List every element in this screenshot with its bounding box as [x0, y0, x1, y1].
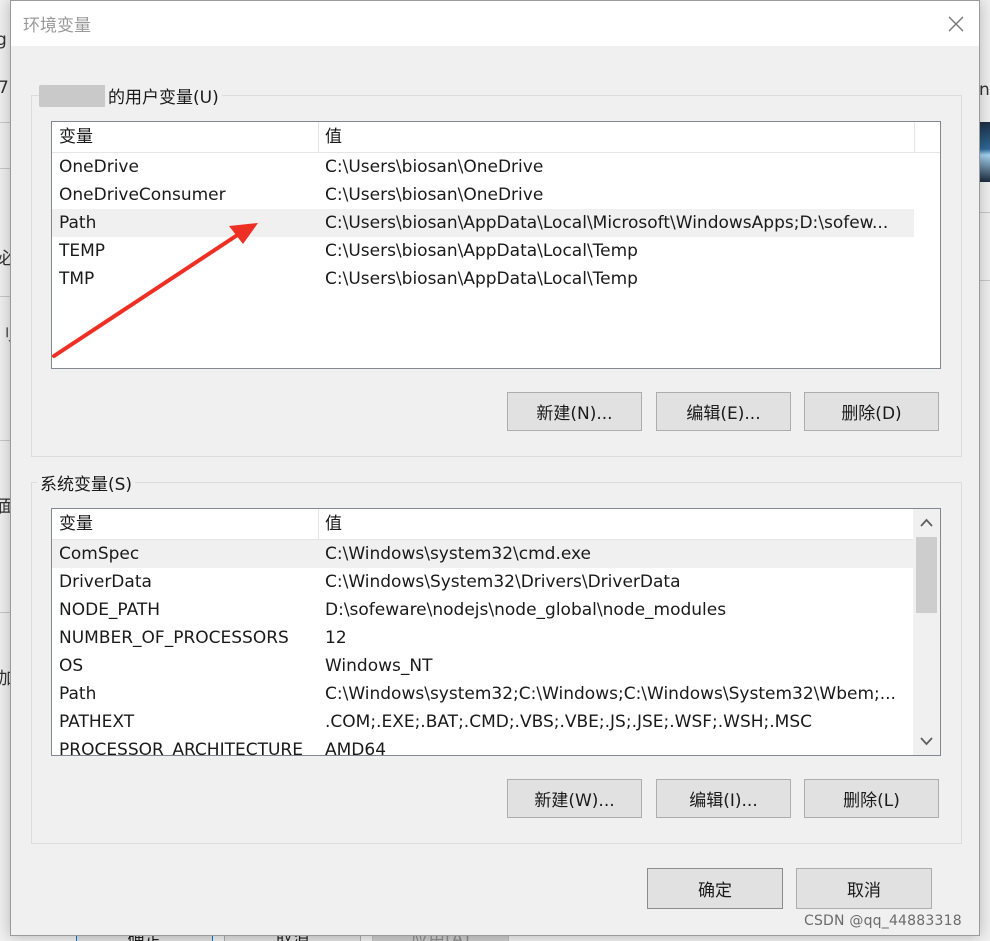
- close-icon[interactable]: [944, 12, 968, 36]
- table-row[interactable]: Path C:\Users\biosan\AppData\Local\Micros…: [52, 209, 914, 237]
- variable-name-cell: NUMBER_OF_PROCESSORS: [59, 628, 289, 648]
- bg-text-fragment: nt: [979, 80, 990, 100]
- environment-variables-dialog: 环境变量 的用户变量(U) 变量 值 OneDrive C:\Users\bios…: [10, 0, 980, 936]
- scroll-thumb[interactable]: [916, 537, 937, 613]
- variable-name-cell: TEMP: [59, 241, 106, 261]
- list-header: 变量 值: [52, 509, 913, 540]
- variable-name-cell: OneDrive: [59, 157, 139, 177]
- variable-value-cell: C:\Windows\System32\Drivers\DriverData: [325, 572, 681, 592]
- variable-value-cell: .COM;.EXE;.BAT;.CMD;.VBS;.VBE;.JS;.JSE;.…: [325, 712, 813, 732]
- table-row[interactable]: NODE_PATH D:\sofeware\nodejs\node_global\…: [52, 596, 913, 624]
- dialog-title: 环境变量: [23, 16, 91, 36]
- variable-value-cell: C:\Users\biosan\AppData\Local\Temp: [325, 241, 638, 261]
- variable-name-cell: DriverData: [59, 572, 152, 592]
- table-row[interactable]: TEMP C:\Users\biosan\AppData\Local\Temp: [52, 237, 914, 265]
- vertical-scrollbar[interactable]: [913, 509, 940, 755]
- variable-name-cell: Path: [59, 684, 97, 704]
- variable-name-cell: PATHEXT: [59, 712, 135, 732]
- variable-value-cell: C:\Windows\system32\cmd.exe: [325, 544, 592, 564]
- cancel-button[interactable]: 取消: [796, 868, 932, 909]
- redacted-username: [39, 85, 109, 107]
- variable-value-cell: D:\sofeware\nodejs\node_global\node_modu…: [325, 600, 727, 620]
- variable-name-cell: ComSpec: [59, 544, 140, 564]
- system-variables-label: 系统变量(S): [37, 470, 136, 495]
- system-variables-list[interactable]: 变量 值 ComSpec C:\Windows\system32\cmd.exe D…: [51, 508, 941, 756]
- user-variables-label: 的用户变量(U): [105, 83, 222, 108]
- system-new-button[interactable]: 新建(W)...: [507, 779, 642, 818]
- table-row[interactable]: OneDrive C:\Users\biosan\OneDrive: [52, 153, 914, 181]
- scroll-up-icon[interactable]: [913, 509, 940, 537]
- column-header-value[interactable]: 值: [318, 122, 914, 152]
- variable-value-cell: Windows_NT: [325, 656, 433, 676]
- ok-button[interactable]: 确定: [647, 868, 783, 909]
- table-row[interactable]: PATHEXT .COM;.EXE;.BAT;.CMD;.VBS;.VBE;.JS…: [52, 708, 913, 736]
- system-delete-button[interactable]: 删除(L): [804, 779, 939, 818]
- variable-value-cell: C:\Windows\system32;C:\Windows;C:\Window…: [325, 684, 896, 704]
- list-header: 变量 值: [52, 122, 940, 153]
- variable-name-cell: TMP: [59, 269, 95, 289]
- watermark-text: CSDN @qq_44883318: [804, 913, 962, 929]
- variable-value-cell: C:\Users\biosan\OneDrive: [325, 157, 544, 177]
- variable-name-cell: NODE_PATH: [59, 600, 161, 620]
- column-header-value[interactable]: 值: [318, 509, 913, 539]
- variable-value-cell: C:\Users\biosan\AppData\Local\Temp: [325, 269, 638, 289]
- variable-value-cell: C:\Users\biosan\AppData\Local\Microsoft\…: [325, 213, 889, 233]
- column-header-variable[interactable]: 变量: [52, 122, 318, 152]
- table-row[interactable]: OS Windows_NT: [52, 652, 913, 680]
- variable-name-cell: Path: [59, 213, 97, 233]
- variable-name-cell: OneDriveConsumer: [59, 185, 226, 205]
- screen: g 7. 必 刂 面 加 nt 确定 取消 应用(A) 环境变量 的用户变量(U…: [0, 0, 990, 941]
- scroll-down-icon[interactable]: [913, 727, 940, 755]
- user-variables-list[interactable]: 变量 值 OneDrive C:\Users\biosan\OneDrive One…: [51, 121, 941, 369]
- bg-text-fragment: g: [0, 30, 7, 50]
- column-header-variable[interactable]: 变量: [52, 509, 318, 539]
- system-edit-button[interactable]: 编辑(I)...: [656, 779, 791, 818]
- variable-name-cell: PROCESSOR_ARCHITECTURE: [59, 740, 303, 756]
- title-bar: 环境变量: [11, 1, 979, 46]
- variable-value-cell: 12: [325, 628, 347, 648]
- table-row[interactable]: DriverData C:\Windows\System32\Drivers\Dr…: [52, 568, 913, 596]
- variable-value-cell: C:\Users\biosan\OneDrive: [325, 185, 544, 205]
- table-row[interactable]: NUMBER_OF_PROCESSORS 12: [52, 624, 913, 652]
- variable-name-cell: OS: [59, 656, 84, 676]
- user-delete-button[interactable]: 删除(D): [804, 392, 939, 431]
- user-new-button[interactable]: 新建(N)...: [507, 392, 642, 431]
- table-row[interactable]: TMP C:\Users\biosan\AppData\Local\Temp: [52, 265, 914, 293]
- table-row[interactable]: ComSpec C:\Windows\system32\cmd.exe: [52, 540, 913, 568]
- variable-value-cell: AMD64: [325, 740, 387, 756]
- table-row[interactable]: PROCESSOR_ARCHITECTURE AMD64: [52, 736, 913, 756]
- table-row[interactable]: Path C:\Windows\system32;C:\Windows;C:\Wi…: [52, 680, 913, 708]
- table-row[interactable]: OneDriveConsumer C:\Users\biosan\OneDrive: [52, 181, 914, 209]
- user-edit-button[interactable]: 编辑(E)...: [656, 392, 791, 431]
